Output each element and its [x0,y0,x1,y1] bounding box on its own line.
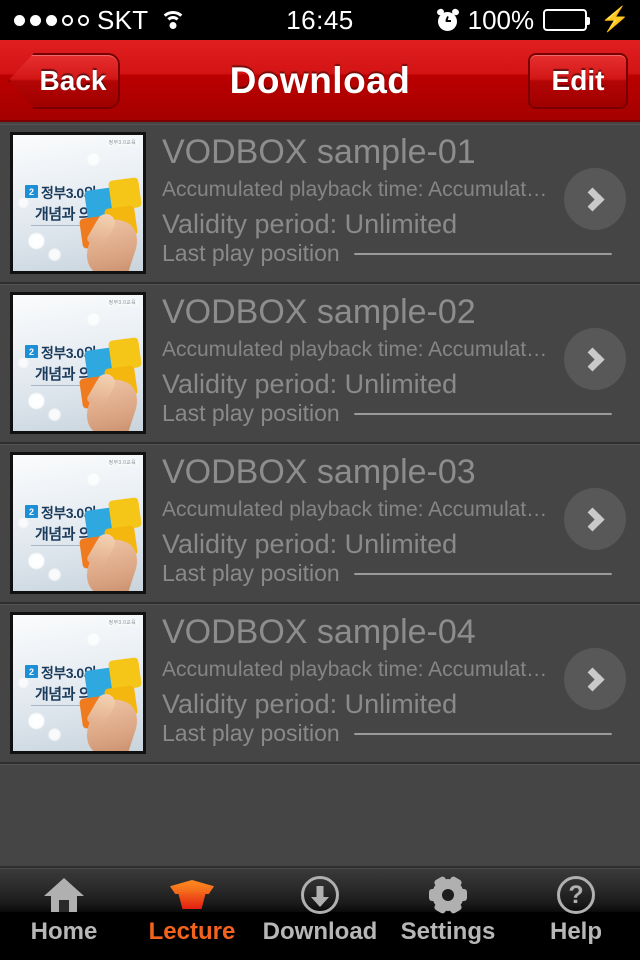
lightning-bolt-icon: ⚡ [600,6,630,33]
lecture-thumbnail: 정부3.0교육 2 정부3.0의 개념과 의의 [10,612,146,754]
thumbnail-badge: 2 [25,185,38,198]
thumbnail-corner-tag: 정부3.0교육 [106,139,138,146]
tab-home[interactable]: Home [0,868,128,960]
question-mark-circle-icon: ? [557,874,595,916]
battery-icon [543,9,591,31]
last-play-position: Last play position [162,400,640,427]
edit-button[interactable]: Edit [528,53,628,109]
chevron-right-icon[interactable] [564,168,626,230]
tab-home-label: Home [30,918,98,945]
chevron-right-icon[interactable] [564,488,626,550]
table-row[interactable]: 정부3.0교육 2 정부3.0의 개념과 의의 VODBOX sample-02… [0,284,640,444]
chevron-right-icon[interactable] [564,328,626,390]
thumbnail-badge: 2 [25,345,38,358]
last-play-position-label: Last play position [162,560,340,586]
alarm-clock-icon [435,7,460,31]
status-bar-right: 100% ⚡ [435,4,630,36]
tab-lecture[interactable]: Lecture [128,868,256,960]
navigation-bar: Back Download Edit [0,40,640,122]
gear-icon [429,874,467,916]
item-title: VODBOX sample-02 [162,293,476,331]
last-play-position: Last play position [162,560,640,587]
thumbnail-corner-tag: 정부3.0교육 [106,299,138,306]
last-play-position-label: Last play position [162,400,340,426]
thumbnail-badge: 2 [25,665,38,678]
lecture-thumbnail: 정부3.0교육 2 정부3.0의 개념과 의의 [10,292,146,434]
tab-bar: Home Lecture Download Settings ? Help [0,868,640,960]
download-list[interactable]: 정부3.0교육 2 정부3.0의 개념과 의의 VODBOX sample-01… [0,124,640,868]
status-bar: SKT 16:45 100% ⚡ [0,0,640,40]
tab-lecture-label: Lecture [148,918,236,945]
tab-settings-label: Settings [400,918,496,945]
item-title: VODBOX sample-01 [162,133,476,171]
table-row[interactable]: 정부3.0교육 2 정부3.0의 개념과 의의 VODBOX sample-03… [0,444,640,604]
last-play-position-bar [353,412,612,415]
table-row[interactable]: 정부3.0교육 2 정부3.0의 개념과 의의 VODBOX sample-01… [0,124,640,284]
last-play-position-label: Last play position [162,720,340,746]
table-row[interactable]: 정부3.0교육 2 정부3.0의 개념과 의의 VODBOX sample-04… [0,604,640,764]
download-circle-icon [301,874,339,916]
last-play-position-bar [353,732,612,735]
tab-settings[interactable]: Settings [384,868,512,960]
chevron-right-icon[interactable] [564,648,626,710]
lecture-thumbnail: 정부3.0교육 2 정부3.0의 개념과 의의 [10,132,146,274]
home-icon [44,874,84,916]
item-title: VODBOX sample-03 [162,453,476,491]
empty-table-row [0,764,640,868]
accumulated-playback-time: Accumulated playback time: Accumulat… [162,658,548,681]
thumbnail-corner-tag: 정부3.0교육 [106,459,138,466]
last-play-position-label: Last play position [162,240,340,266]
edit-button-label: Edit [551,65,605,96]
graduation-cap-icon [170,874,214,916]
tab-help-label: Help [549,918,602,945]
last-play-position: Last play position [162,240,640,267]
battery-percent-label: 100% [467,4,535,35]
last-play-position-bar [353,252,612,255]
lecture-thumbnail: 정부3.0교육 2 정부3.0의 개념과 의의 [10,452,146,594]
thumbnail-corner-tag: 정부3.0교육 [106,619,138,626]
last-play-position: Last play position [162,720,640,747]
thumbnail-badge: 2 [25,505,38,518]
tab-help[interactable]: ? Help [512,868,640,960]
tab-download-label: Download [262,918,378,945]
app-screen: SKT 16:45 100% ⚡ Back Download Edit 정부3.… [0,0,640,960]
accumulated-playback-time: Accumulated playback time: Accumulat… [162,338,548,361]
last-play-position-bar [353,572,612,575]
tab-download[interactable]: Download [256,868,384,960]
item-title: VODBOX sample-04 [162,613,476,651]
accumulated-playback-time: Accumulated playback time: Accumulat… [162,498,548,521]
accumulated-playback-time: Accumulated playback time: Accumulat… [162,178,548,201]
